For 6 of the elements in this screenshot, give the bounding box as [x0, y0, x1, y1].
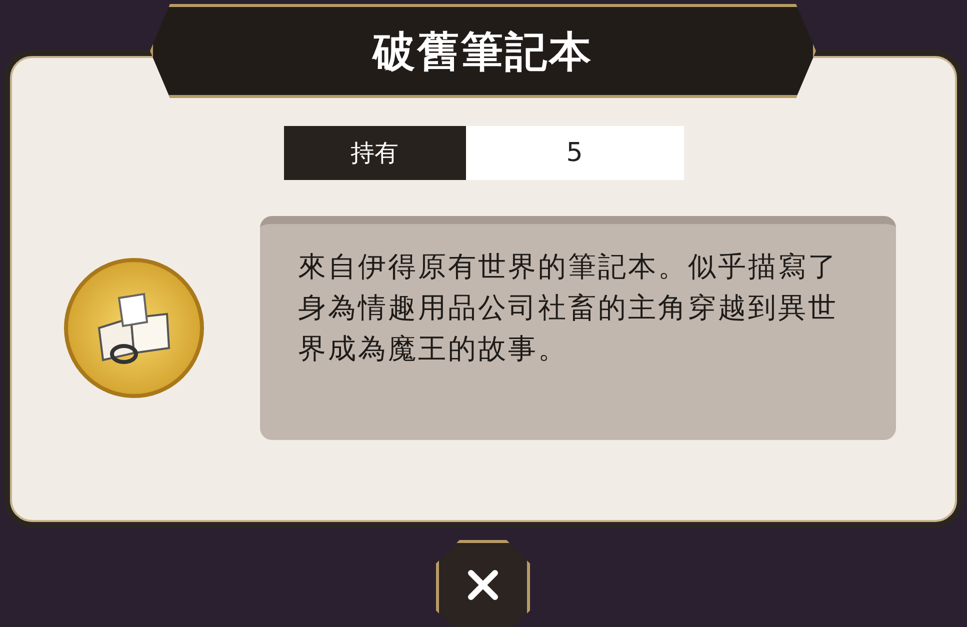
close-icon: [467, 569, 499, 601]
holding-count: 5: [466, 126, 684, 180]
holding-label: 持有: [284, 126, 466, 180]
close-button[interactable]: [436, 540, 530, 627]
item-description: 來自伊得原有世界的筆記本。似乎描寫了身為情趣用品公司社畜的主角穿越到異世界成為魔王的故事。: [298, 249, 838, 367]
dialog-title: 破舊筆記本: [373, 26, 593, 78]
